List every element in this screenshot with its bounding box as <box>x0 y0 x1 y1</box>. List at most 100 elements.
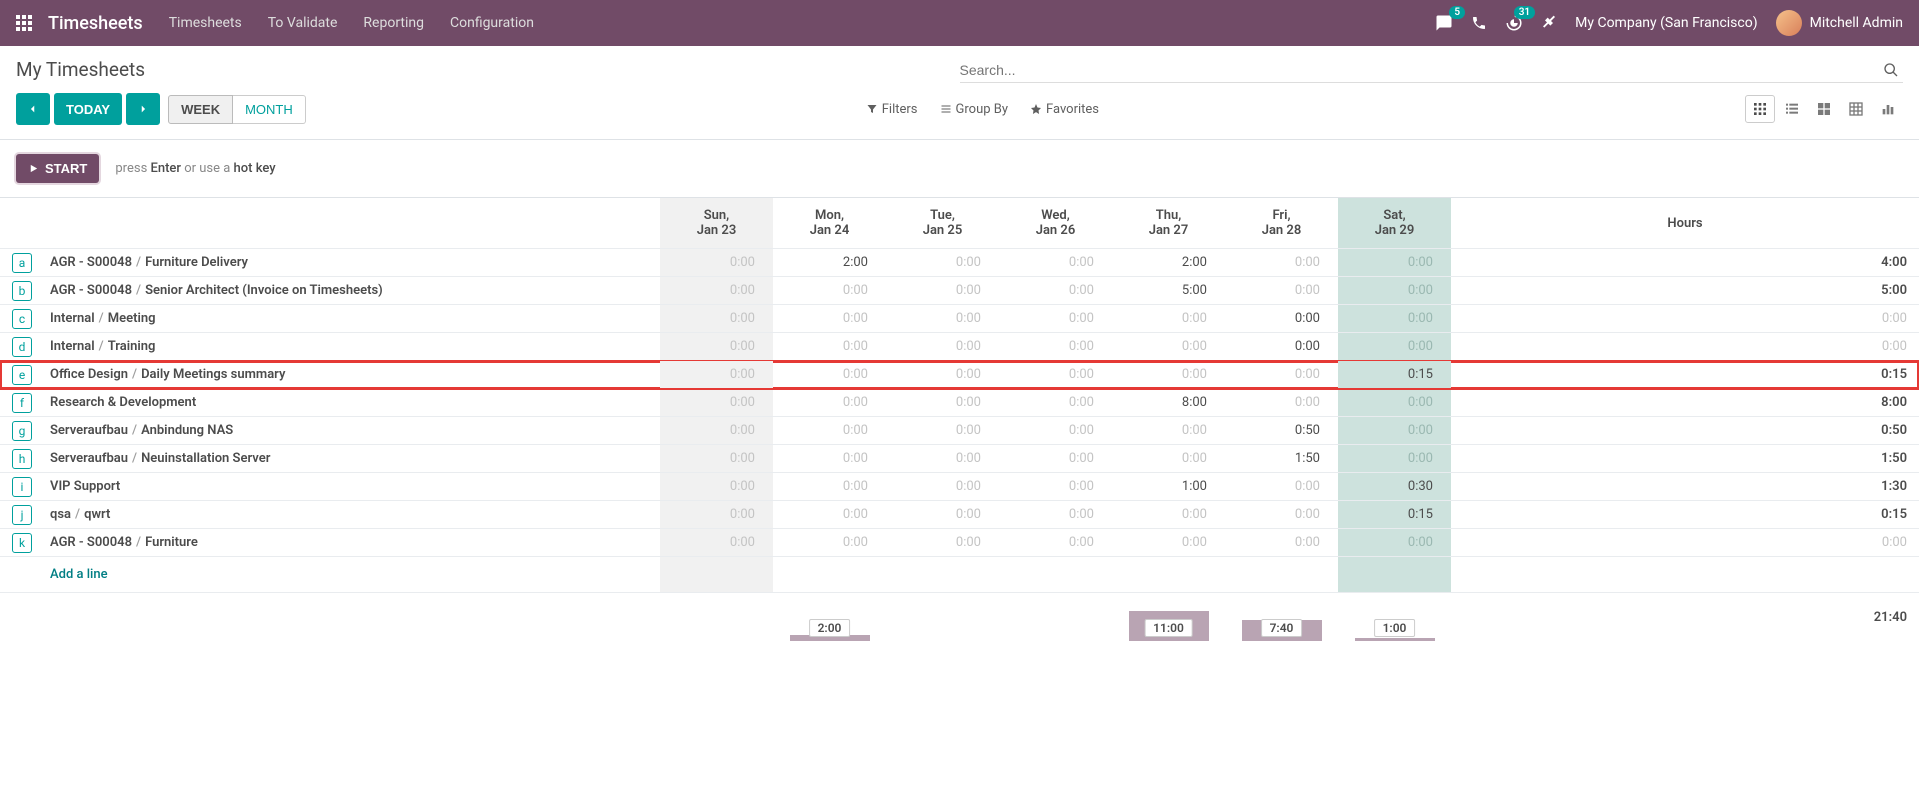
time-cell[interactable]: 0:00 <box>1112 333 1225 361</box>
view-list-icon[interactable] <box>1777 95 1807 123</box>
time-cell[interactable]: 0:00 <box>1338 249 1451 277</box>
phone-icon[interactable] <box>1471 15 1487 31</box>
time-cell[interactable]: 0:00 <box>660 361 773 389</box>
row-name[interactable]: Internal/Training <box>44 333 660 361</box>
time-cell[interactable]: 0:00 <box>660 277 773 305</box>
time-cell[interactable]: 0:00 <box>886 277 999 305</box>
time-cell[interactable]: 0:15 <box>1338 361 1451 389</box>
nav-link-timesheets[interactable]: Timesheets <box>169 15 242 31</box>
nav-link-to-validate[interactable]: To Validate <box>268 15 338 31</box>
hotkey-cell[interactable]: c <box>0 305 44 333</box>
table-row[interactable]: fResearch & Development0:000:000:000:008… <box>0 389 1919 417</box>
time-cell[interactable]: 0:00 <box>999 277 1112 305</box>
time-cell[interactable]: 0:00 <box>1225 333 1338 361</box>
time-cell[interactable]: 0:00 <box>886 389 999 417</box>
time-cell[interactable]: 0:00 <box>660 417 773 445</box>
time-cell[interactable]: 0:00 <box>999 501 1112 529</box>
table-row[interactable]: iVIP Support0:000:000:000:001:000:000:30… <box>0 473 1919 501</box>
time-cell[interactable]: 0:00 <box>886 361 999 389</box>
row-name[interactable]: AGR - S00048/Furniture Delivery <box>44 249 660 277</box>
table-row[interactable]: hServeraufbau/Neuinstallation Server0:00… <box>0 445 1919 473</box>
nav-link-reporting[interactable]: Reporting <box>363 15 424 31</box>
time-cell[interactable]: 0:00 <box>1338 529 1451 557</box>
time-cell[interactable]: 0:00 <box>1112 445 1225 473</box>
time-cell[interactable]: 8:00 <box>1112 389 1225 417</box>
time-cell[interactable]: 0:00 <box>1225 277 1338 305</box>
time-cell[interactable]: 0:00 <box>1112 529 1225 557</box>
time-cell[interactable]: 0:00 <box>1112 305 1225 333</box>
view-graph-icon[interactable] <box>1873 95 1903 123</box>
time-cell[interactable]: 0:00 <box>999 361 1112 389</box>
row-name[interactable]: Office Design/Daily Meetings summary <box>44 361 660 389</box>
time-cell[interactable]: 0:00 <box>1112 417 1225 445</box>
prev-button[interactable] <box>16 93 50 125</box>
nav-link-configuration[interactable]: Configuration <box>450 15 534 31</box>
debug-icon[interactable] <box>1541 15 1557 31</box>
time-cell[interactable]: 0:00 <box>660 501 773 529</box>
hotkey-cell[interactable]: e <box>0 361 44 389</box>
next-button[interactable] <box>126 93 160 125</box>
user-menu[interactable]: Mitchell Admin <box>1776 10 1903 36</box>
today-button[interactable]: TODAY <box>54 93 122 125</box>
activities-icon[interactable]: 31 <box>1505 14 1523 32</box>
time-cell[interactable]: 0:00 <box>660 529 773 557</box>
hotkey-cell[interactable]: j <box>0 501 44 529</box>
time-cell[interactable]: 0:00 <box>1338 445 1451 473</box>
time-cell[interactable]: 0:00 <box>1338 305 1451 333</box>
time-cell[interactable]: 0:00 <box>1338 417 1451 445</box>
time-cell[interactable]: 0:00 <box>1225 389 1338 417</box>
time-cell[interactable]: 0:00 <box>660 445 773 473</box>
time-cell[interactable]: 1:00 <box>1112 473 1225 501</box>
view-pivot-icon[interactable] <box>1841 95 1871 123</box>
time-cell[interactable]: 0:00 <box>773 389 886 417</box>
time-cell[interactable]: 0:00 <box>773 417 886 445</box>
time-cell[interactable]: 2:00 <box>1112 249 1225 277</box>
time-cell[interactable]: 0:00 <box>886 417 999 445</box>
time-cell[interactable]: 5:00 <box>1112 277 1225 305</box>
row-name[interactable]: Serveraufbau/Neuinstallation Server <box>44 445 660 473</box>
time-cell[interactable]: 0:00 <box>886 473 999 501</box>
table-row[interactable]: gServeraufbau/Anbindung NAS0:000:000:000… <box>0 417 1919 445</box>
favorites-button[interactable]: Favorites <box>1030 102 1099 117</box>
time-cell[interactable]: 0:00 <box>1225 529 1338 557</box>
time-cell[interactable]: 0:50 <box>1225 417 1338 445</box>
table-row[interactable]: aAGR - S00048/Furniture Delivery0:002:00… <box>0 249 1919 277</box>
filters-button[interactable]: Filters <box>866 102 918 117</box>
hotkey-cell[interactable]: b <box>0 277 44 305</box>
time-cell[interactable]: 0:00 <box>660 333 773 361</box>
company-selector[interactable]: My Company (San Francisco) <box>1575 15 1757 31</box>
time-cell[interactable]: 0:00 <box>999 389 1112 417</box>
search-input[interactable] <box>960 62 1880 78</box>
table-row[interactable]: cInternal/Meeting0:000:000:000:000:000:0… <box>0 305 1919 333</box>
hotkey-cell[interactable]: g <box>0 417 44 445</box>
time-cell[interactable]: 2:00 <box>773 249 886 277</box>
time-cell[interactable]: 1:50 <box>1225 445 1338 473</box>
time-cell[interactable]: 0:00 <box>999 445 1112 473</box>
time-cell[interactable]: 0:00 <box>1338 333 1451 361</box>
time-cell[interactable]: 0:00 <box>999 417 1112 445</box>
time-cell[interactable]: 0:00 <box>999 249 1112 277</box>
messages-icon[interactable]: 5 <box>1435 14 1453 32</box>
app-brand[interactable]: Timesheets <box>48 13 143 34</box>
time-cell[interactable]: 0:00 <box>886 445 999 473</box>
hotkey-cell[interactable]: d <box>0 333 44 361</box>
time-cell[interactable]: 0:00 <box>1338 389 1451 417</box>
hotkey-cell[interactable]: h <box>0 445 44 473</box>
time-cell[interactable]: 0:00 <box>1112 361 1225 389</box>
hotkey-cell[interactable]: f <box>0 389 44 417</box>
hotkey-cell[interactable]: a <box>0 249 44 277</box>
view-grid-icon[interactable] <box>1745 95 1775 123</box>
time-cell[interactable]: 0:00 <box>773 473 886 501</box>
time-cell[interactable]: 0:00 <box>886 529 999 557</box>
row-name[interactable]: VIP Support <box>44 473 660 501</box>
hotkey-cell[interactable]: i <box>0 473 44 501</box>
time-cell[interactable]: 0:00 <box>773 277 886 305</box>
add-line-row[interactable]: Add a line <box>0 557 1919 593</box>
table-row[interactable]: bAGR - S00048/Senior Architect (Invoice … <box>0 277 1919 305</box>
time-cell[interactable]: 0:00 <box>1225 473 1338 501</box>
table-row[interactable]: kAGR - S00048/Furniture0:000:000:000:000… <box>0 529 1919 557</box>
time-cell[interactable]: 0:00 <box>773 445 886 473</box>
row-name[interactable]: AGR - S00048/Furniture <box>44 529 660 557</box>
row-name[interactable]: Research & Development <box>44 389 660 417</box>
time-cell[interactable]: 0:00 <box>1225 305 1338 333</box>
